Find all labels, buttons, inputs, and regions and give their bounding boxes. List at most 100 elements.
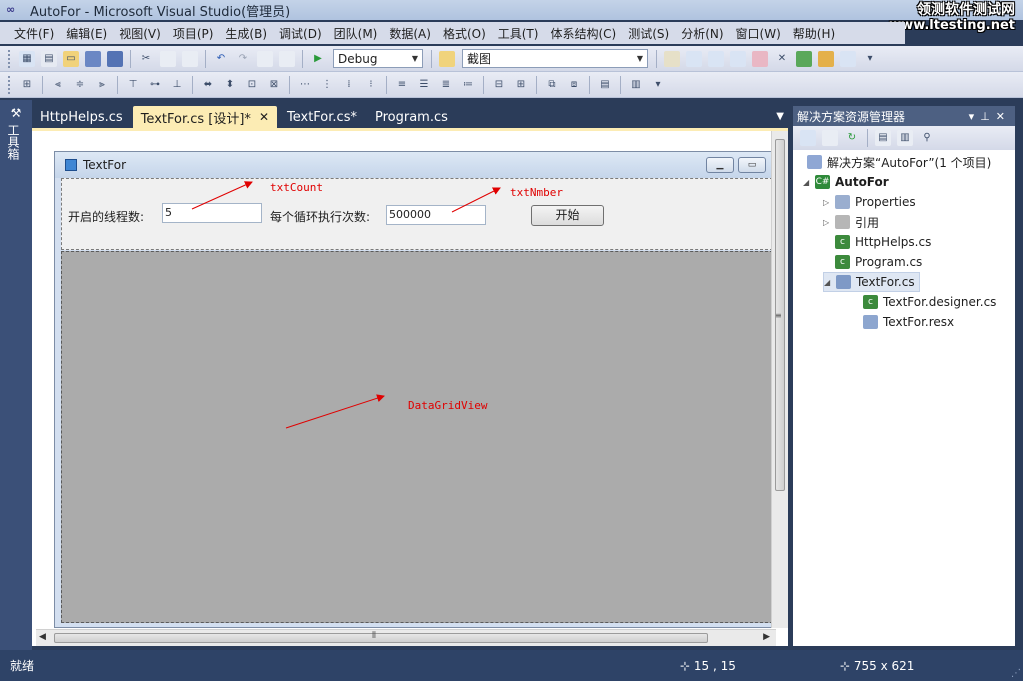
solution-configuration-select[interactable]: Debug ▼ <box>333 49 423 68</box>
tree-item-project[interactable]: ◢ C# AutoFor <box>803 172 889 192</box>
vertical-scrollbar[interactable]: ≡ <box>771 131 788 628</box>
tree-item-textfor[interactable]: ◢ TextFor.cs <box>823 272 920 292</box>
save-all-icon[interactable] <box>107 50 123 67</box>
horizontal-spacing-increase-icon[interactable]: ⋮ <box>319 77 335 93</box>
align-to-grid-icon[interactable]: ⊞ <box>19 77 35 93</box>
view-class-diagram-icon[interactable]: ⚲ <box>919 130 935 146</box>
extension-manager-icon[interactable]: ✕ <box>774 51 790 67</box>
menu-help[interactable]: 帮助(H) <box>787 25 841 42</box>
align-centers-icon[interactable]: ≑ <box>72 77 88 93</box>
align-rights-icon[interactable]: ⫸ <box>94 77 110 93</box>
resize-grip-icon[interactable]: ⋰ <box>1011 668 1021 679</box>
form-window[interactable]: TextFor ▁ ▭ 开启的线程数: 5 每个循环执行次数: 500000 开… <box>54 151 776 628</box>
align-tops-icon[interactable]: ⊤ <box>125 77 141 93</box>
align-lefts-icon[interactable]: ⫷ <box>50 77 66 93</box>
command-window-icon[interactable] <box>840 50 856 67</box>
copy-icon[interactable] <box>160 50 176 67</box>
minimize-icon[interactable]: ▁ <box>706 157 734 173</box>
bring-to-front-icon[interactable]: ⧉ <box>544 77 560 93</box>
menu-view[interactable]: 视图(V) <box>113 25 167 42</box>
tab-list-dropdown-icon[interactable]: ▼ <box>776 111 784 122</box>
center-horizontally-icon[interactable]: ⊟ <box>491 77 507 93</box>
paste-icon[interactable] <box>182 50 198 67</box>
make-same-width-icon[interactable]: ⬌ <box>200 77 216 93</box>
expanded-arrow-icon[interactable]: ◢ <box>803 178 815 187</box>
open-file-icon[interactable]: ▭ <box>63 50 79 67</box>
new-project-icon[interactable]: ▦ <box>19 50 35 67</box>
close-icon[interactable]: ✕ <box>259 110 269 124</box>
menu-test[interactable]: 测试(S) <box>622 25 675 42</box>
add-item-icon[interactable]: ▤ <box>41 50 57 67</box>
tab-order-icon[interactable]: ▥ <box>628 77 644 93</box>
toolbox-tab[interactable]: ⚒ 工具箱 <box>6 106 26 160</box>
tree-item-references[interactable]: ▷ 引用 <box>823 212 879 232</box>
horizontal-spacing-equal-icon[interactable]: ⋯ <box>297 77 313 93</box>
menu-tools[interactable]: 工具(T) <box>492 25 545 42</box>
maximize-icon[interactable]: ▭ <box>738 157 766 173</box>
tree-item-textfor-designer[interactable]: c TextFor.designer.cs <box>863 292 996 312</box>
center-vertically-icon[interactable]: ⊞ <box>513 77 529 93</box>
toolbox-icon[interactable] <box>730 50 746 67</box>
vertical-spacing-remove-icon[interactable]: ≔ <box>460 77 476 93</box>
menu-build[interactable]: 生成(B) <box>219 25 273 42</box>
scroll-left-icon[interactable]: ◀ <box>39 632 46 642</box>
refresh-icon[interactable]: ↻ <box>844 130 860 146</box>
object-browser-icon[interactable] <box>708 50 724 67</box>
size-to-grid-icon[interactable]: ⊠ <box>266 77 282 93</box>
tab-httphelps[interactable]: HttpHelps.cs <box>32 106 131 128</box>
horizontal-spacing-decrease-icon[interactable]: ⁞ <box>341 77 357 93</box>
redo-icon[interactable]: ↷ <box>235 51 251 67</box>
toolbar-grip[interactable] <box>8 49 12 68</box>
solution-explorer-icon[interactable] <box>664 50 680 67</box>
toolbar-options-icon[interactable]: ▾ <box>862 51 878 67</box>
save-icon[interactable] <box>85 50 101 67</box>
menu-architecture[interactable]: 体系结构(C) <box>544 25 622 42</box>
class-view-icon[interactable] <box>818 50 834 67</box>
menu-window[interactable]: 窗口(W) <box>730 25 787 42</box>
tree-item-httphelps[interactable]: c HttpHelps.cs <box>835 232 931 252</box>
tab-program[interactable]: Program.cs <box>367 106 456 128</box>
view-code-icon[interactable]: ▤ <box>875 130 891 146</box>
panel-window-buttons[interactable]: ▾⊥✕ <box>969 110 1011 123</box>
toolbar-options-icon[interactable]: ▾ <box>650 77 666 93</box>
horizontal-scroll-thumb[interactable] <box>54 633 708 643</box>
find-combo[interactable]: 截图 ▼ <box>462 49 648 68</box>
collapsed-arrow-icon[interactable]: ▷ <box>823 198 835 207</box>
menu-file[interactable]: 文件(F) <box>8 25 60 42</box>
expanded-arrow-icon[interactable]: ◢ <box>824 278 836 287</box>
menu-data[interactable]: 数据(A) <box>383 25 437 42</box>
txtcount-input[interactable]: 5 <box>162 203 262 223</box>
send-to-back-icon[interactable]: ⧈ <box>566 77 582 93</box>
tab-textfor-design[interactable]: TextFor.cs [设计]* ✕ <box>132 106 277 128</box>
show-all-files-icon[interactable] <box>822 130 838 146</box>
top-panel[interactable]: 开启的线程数: 5 每个循环执行次数: 500000 开始 <box>61 178 776 250</box>
tree-item-program[interactable]: c Program.cs <box>835 252 922 272</box>
menu-format[interactable]: 格式(O) <box>437 25 492 42</box>
scroll-right-icon[interactable]: ▶ <box>763 632 770 642</box>
menu-edit[interactable]: 编辑(E) <box>60 25 113 42</box>
team-explorer-icon[interactable] <box>752 50 768 67</box>
start-button[interactable]: 开始 <box>531 205 604 226</box>
make-same-height-icon[interactable]: ⬍ <box>222 77 238 93</box>
make-same-size-icon[interactable]: ⊡ <box>244 77 260 93</box>
datagridview[interactable] <box>61 251 776 623</box>
menu-project[interactable]: 项目(P) <box>167 25 220 42</box>
properties-window-icon[interactable] <box>686 50 702 67</box>
tree-item-textfor-resx[interactable]: TextFor.resx <box>863 312 954 332</box>
navigate-backward-icon[interactable] <box>257 50 273 67</box>
tree-item-properties[interactable]: ▷ Properties <box>823 192 916 212</box>
find-in-files-icon[interactable] <box>439 50 455 67</box>
tab-textfor-code[interactable]: TextFor.cs* <box>279 106 365 128</box>
vertical-spacing-equal-icon[interactable]: ≡ <box>394 77 410 93</box>
toolbar-grip[interactable] <box>8 75 12 94</box>
lock-controls-icon[interactable]: ▤ <box>597 77 613 93</box>
navigate-forward-icon[interactable] <box>279 50 295 67</box>
menu-team[interactable]: 团队(M) <box>328 25 384 42</box>
txtnumber-input[interactable]: 500000 <box>386 205 486 225</box>
properties-icon[interactable] <box>800 130 816 146</box>
vertical-spacing-increase-icon[interactable]: ☰ <box>416 77 432 93</box>
view-designer-icon[interactable]: ▥ <box>897 130 913 146</box>
horizontal-scrollbar[interactable]: ◀ ⦀ ▶ <box>36 629 776 646</box>
menu-analyze[interactable]: 分析(N) <box>675 25 729 42</box>
menu-debug[interactable]: 调试(D) <box>273 25 328 42</box>
